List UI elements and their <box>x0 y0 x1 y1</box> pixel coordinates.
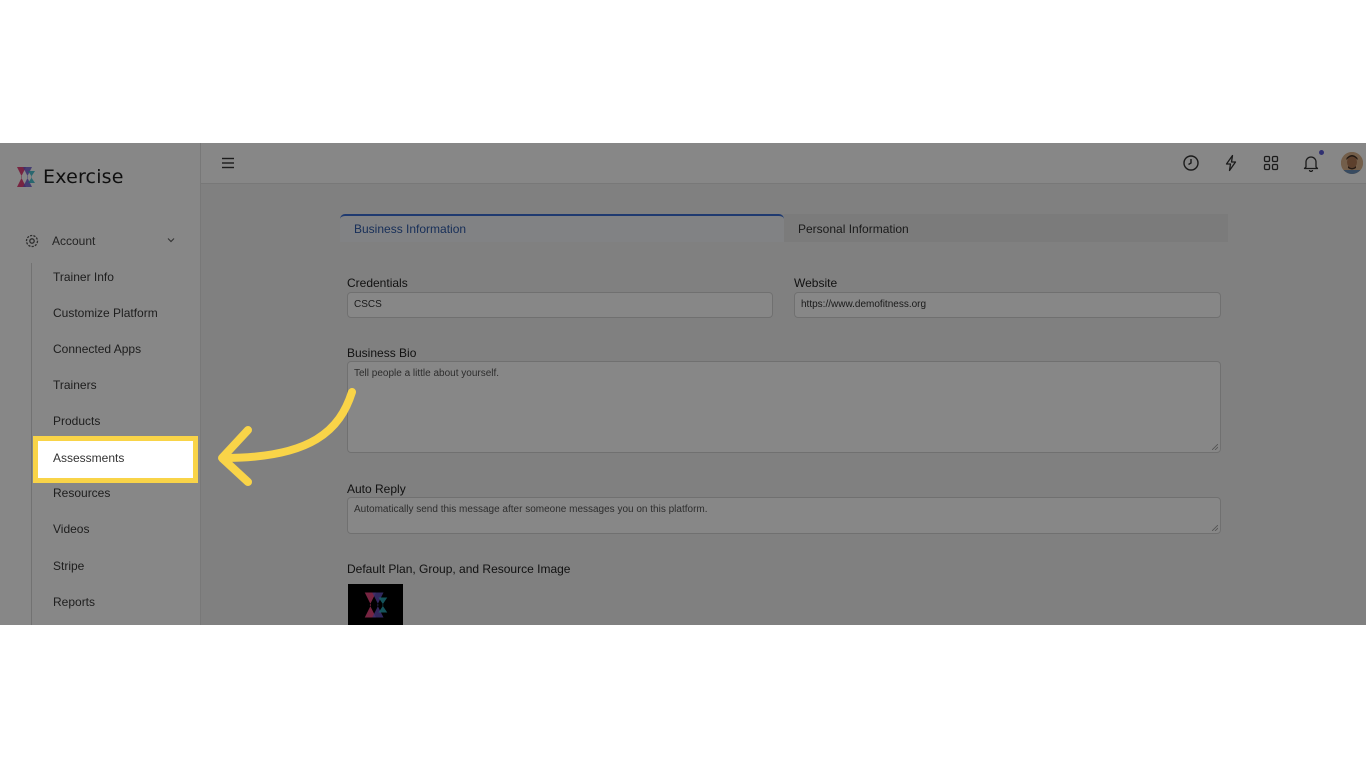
default-image-label: Default Plan, Group, and Resource Image <box>347 562 571 576</box>
exercise-logo-icon <box>17 167 35 187</box>
credentials-label: Credentials <box>347 276 408 290</box>
business-bio-label: Business Bio <box>347 346 417 360</box>
app-screenshot: Exercise Account Trainer Info Customize … <box>0 143 1366 625</box>
sidebar-item-trainers[interactable]: Trainers <box>53 377 97 393</box>
sidebar-item-assessments[interactable]: Assessments <box>53 451 124 465</box>
auto-reply-textarea[interactable]: Automatically send this message after so… <box>347 497 1221 534</box>
website-label: Website <box>794 276 838 290</box>
user-avatar-icon <box>1341 152 1363 174</box>
auto-reply-label: Auto Reply <box>347 482 406 496</box>
chevron-down-icon <box>167 238 175 243</box>
sidebar-item-resources[interactable]: Resources <box>53 485 110 501</box>
sidebar-item-connected-apps[interactable]: Connected Apps <box>53 341 141 357</box>
sidebar-item-videos[interactable]: Videos <box>53 521 89 537</box>
subnav-divider <box>31 263 32 625</box>
avatar[interactable] <box>1341 152 1363 174</box>
website-field[interactable]: https://www.demofitness.org <box>794 292 1221 318</box>
app-name: Exercise <box>43 166 124 188</box>
tab-personal-information[interactable]: Personal Information <box>784 214 1228 242</box>
tab-business-information[interactable]: Business Information <box>340 214 784 242</box>
top-bar <box>201 143 1366 184</box>
default-image-thumbnail[interactable] <box>348 584 403 625</box>
sidebar-item-trainer-info[interactable]: Trainer Info <box>53 269 114 285</box>
sidebar-item-reports[interactable]: Reports <box>53 594 95 610</box>
tab-bar: Business Information Personal Informatio… <box>340 214 1228 242</box>
sidebar: Exercise Account Trainer Info Customize … <box>0 143 201 625</box>
resize-handle-icon[interactable] <box>1212 444 1218 450</box>
bell-icon[interactable] <box>1302 154 1320 172</box>
notification-dot <box>1319 150 1324 155</box>
sidebar-section-label: Account <box>52 234 96 248</box>
gear-icon <box>25 234 39 248</box>
sidebar-item-stripe[interactable]: Stripe <box>53 558 84 574</box>
business-bio-placeholder: Tell people a little about yourself. <box>354 368 500 379</box>
clock-icon[interactable] <box>1182 154 1200 172</box>
apps-grid-icon[interactable] <box>1262 154 1280 172</box>
sidebar-item-account[interactable]: Account <box>24 231 180 251</box>
exercise-logo-icon <box>364 592 387 617</box>
auto-reply-placeholder: Automatically send this message after so… <box>354 504 708 515</box>
sidebar-item-products[interactable]: Products <box>53 413 100 429</box>
lightning-icon[interactable] <box>1222 154 1240 172</box>
business-bio-textarea[interactable]: Tell people a little about yourself. <box>347 361 1221 453</box>
credentials-field[interactable]: CSCS <box>347 292 773 318</box>
app-logo[interactable]: Exercise <box>14 165 124 189</box>
resize-handle-icon[interactable] <box>1212 525 1218 531</box>
sidebar-item-customize-platform[interactable]: Customize Platform <box>53 305 158 321</box>
menu-icon[interactable] <box>221 156 235 170</box>
